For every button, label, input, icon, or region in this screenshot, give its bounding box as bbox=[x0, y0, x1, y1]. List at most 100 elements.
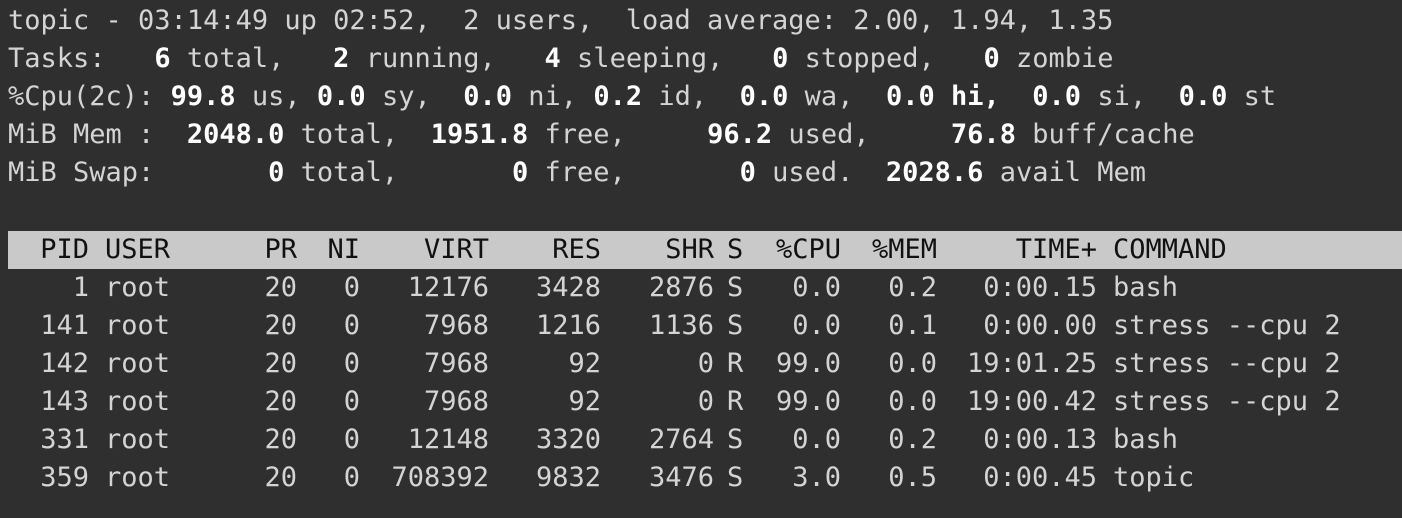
cell-pid: 331 bbox=[40, 424, 89, 455]
header-virt[interactable]: VIRT bbox=[380, 231, 489, 269]
clock-time: 03:14:49 bbox=[138, 5, 269, 36]
cpu-us-label: us, bbox=[235, 81, 301, 112]
cell-virt: 7968 bbox=[423, 310, 489, 341]
swap-used-value: 0 bbox=[739, 157, 756, 188]
mem-total-label: total, bbox=[284, 119, 399, 150]
header-cpu[interactable]: %CPU bbox=[750, 231, 841, 269]
header-row: PID USER PR NI VIRT RES SHR S %CPU %MEM … bbox=[0, 231, 1402, 269]
mem-buff-value: 76.8 bbox=[950, 119, 1016, 150]
cell-time: 19:00.42 bbox=[966, 386, 1097, 417]
cell-command: bash bbox=[1113, 272, 1179, 303]
tasks-total-value: 6 bbox=[154, 43, 171, 74]
table-row[interactable]: 331 root 20 0 12148 3320 2764 S 0.0 0.2 … bbox=[0, 421, 1402, 459]
cell-pr: 20 bbox=[264, 386, 297, 417]
swap-avail-label: avail Mem bbox=[983, 157, 1147, 188]
cell-virt: 7968 bbox=[423, 348, 489, 379]
header-s[interactable]: S bbox=[727, 231, 743, 269]
cell-command: stress --cpu 2 bbox=[1113, 310, 1341, 341]
cell-time: 0:00.45 bbox=[983, 462, 1097, 493]
cell-virt: 7968 bbox=[423, 386, 489, 417]
tasks-label: Tasks: bbox=[8, 43, 106, 74]
cell-command: stress --cpu 2 bbox=[1113, 348, 1341, 379]
cpu-wa-label: wa, bbox=[788, 81, 854, 112]
header-ni[interactable]: NI bbox=[300, 231, 360, 269]
cell-mem: 0.5 bbox=[888, 462, 937, 493]
cell-pid: 1 bbox=[72, 272, 89, 303]
table-row[interactable]: 1 root 20 0 12176 3428 2876 S 0.0 0.2 0:… bbox=[0, 269, 1402, 307]
cpu-sy-value: 0.0 bbox=[316, 81, 366, 112]
cell-ni: 0 bbox=[343, 272, 360, 303]
cell-pid: 141 bbox=[40, 310, 89, 341]
mem-buff-label: buff/cache bbox=[1015, 119, 1195, 150]
cpu-st-value: 0.0 bbox=[1178, 81, 1228, 112]
header-mem[interactable]: %MEM bbox=[850, 231, 937, 269]
cell-time: 0:00.00 bbox=[983, 310, 1097, 341]
cpu-si-value: 0.0 bbox=[1032, 81, 1082, 112]
mem-total-value: 2048.0 bbox=[186, 119, 285, 150]
summary-mem-line: MiB Mem : 2048.0 total, 1951.8 free, 96.… bbox=[8, 116, 1195, 154]
mem-used-value: 96.2 bbox=[707, 119, 773, 150]
table-row[interactable]: 359 root 20 0 708392 9832 3476 S 3.0 0.5… bbox=[0, 459, 1402, 497]
cell-user: root bbox=[105, 272, 171, 303]
cell-pid: 142 bbox=[40, 348, 89, 379]
cell-cpu: 0.0 bbox=[792, 310, 841, 341]
table-row[interactable]: 141 root 20 0 7968 1216 1136 S 0.0 0.1 0… bbox=[0, 307, 1402, 345]
table-row[interactable]: 142 root 20 0 7968 92 0 R 99.0 0.0 19:01… bbox=[0, 345, 1402, 383]
tasks-sleeping-label: sleeping, bbox=[560, 43, 724, 74]
cell-pr: 20 bbox=[264, 348, 297, 379]
tasks-zombie-value: 0 bbox=[983, 43, 1000, 74]
tasks-running-label: running, bbox=[349, 43, 496, 74]
cell-pr: 20 bbox=[264, 272, 297, 303]
swap-avail-value: 2028.6 bbox=[885, 157, 984, 188]
cell-cpu: 0.0 bbox=[792, 424, 841, 455]
tasks-zombie-label: zombie bbox=[999, 43, 1114, 74]
cpu-si-label: si, bbox=[1081, 81, 1147, 112]
header-pr[interactable]: PR bbox=[240, 231, 297, 269]
header-pid[interactable]: PID bbox=[0, 231, 89, 269]
header-time[interactable]: TIME+ bbox=[950, 231, 1097, 269]
cpu-hi-value: 0.0 bbox=[885, 81, 935, 112]
swap-free-value: 0 bbox=[511, 157, 529, 188]
cell-command: stress --cpu 2 bbox=[1113, 386, 1341, 417]
cell-command: topic bbox=[1113, 462, 1195, 493]
cell-cpu: 99.0 bbox=[775, 348, 841, 379]
header-command[interactable]: COMMAND bbox=[1113, 231, 1227, 269]
table-row[interactable]: 143 root 20 0 7968 92 0 R 99.0 0.0 19:00… bbox=[0, 383, 1402, 421]
cell-state: S bbox=[727, 310, 744, 341]
cell-state: S bbox=[727, 424, 744, 455]
process-table-header[interactable]: PID USER PR NI VIRT RES SHR S %CPU %MEM … bbox=[8, 231, 1402, 269]
cell-command: bash bbox=[1113, 424, 1179, 455]
cell-res: 92 bbox=[568, 348, 601, 379]
header-user[interactable]: USER bbox=[105, 231, 170, 269]
cpu-ni-label: ni, bbox=[512, 81, 578, 112]
cpu-hi-label: hi, bbox=[934, 81, 1000, 112]
cell-pid: 359 bbox=[40, 462, 89, 493]
cell-shr: 1136 bbox=[648, 310, 714, 341]
header-res[interactable]: RES bbox=[500, 231, 601, 269]
cell-mem: 0.0 bbox=[888, 348, 937, 379]
swap-used-label: used. bbox=[755, 157, 854, 188]
cell-user: root bbox=[105, 348, 171, 379]
cell-ni: 0 bbox=[343, 424, 360, 455]
terminal-window[interactable]: topic - 03:14:49 up 02:52, 2 users, load… bbox=[0, 0, 1402, 518]
tasks-total-label: total, bbox=[170, 43, 285, 74]
cell-time: 0:00.13 bbox=[983, 424, 1097, 455]
uptime-load-text: up 02:52, 2 users, load average: 2.00, 1… bbox=[268, 5, 1114, 36]
cell-cpu: 99.0 bbox=[775, 386, 841, 417]
cell-user: root bbox=[105, 310, 171, 341]
cell-virt: 12176 bbox=[407, 272, 489, 303]
cell-pid: 143 bbox=[40, 386, 89, 417]
summary-uptime-line: topic - 03:14:49 up 02:52, 2 users, load… bbox=[8, 2, 1113, 40]
cpu-st-label: st bbox=[1227, 81, 1277, 112]
cell-ni: 0 bbox=[343, 348, 360, 379]
cell-state: S bbox=[727, 462, 744, 493]
swap-label: MiB Swap: bbox=[8, 157, 155, 188]
cpu-id-label: id, bbox=[642, 81, 708, 112]
tasks-stopped-value: 0 bbox=[772, 43, 789, 74]
cell-state: R bbox=[727, 348, 744, 379]
header-shr[interactable]: SHR bbox=[610, 231, 714, 269]
cell-user: root bbox=[105, 386, 171, 417]
cell-user: root bbox=[105, 462, 171, 493]
cell-ni: 0 bbox=[343, 310, 360, 341]
mem-used-label: used, bbox=[772, 119, 870, 150]
